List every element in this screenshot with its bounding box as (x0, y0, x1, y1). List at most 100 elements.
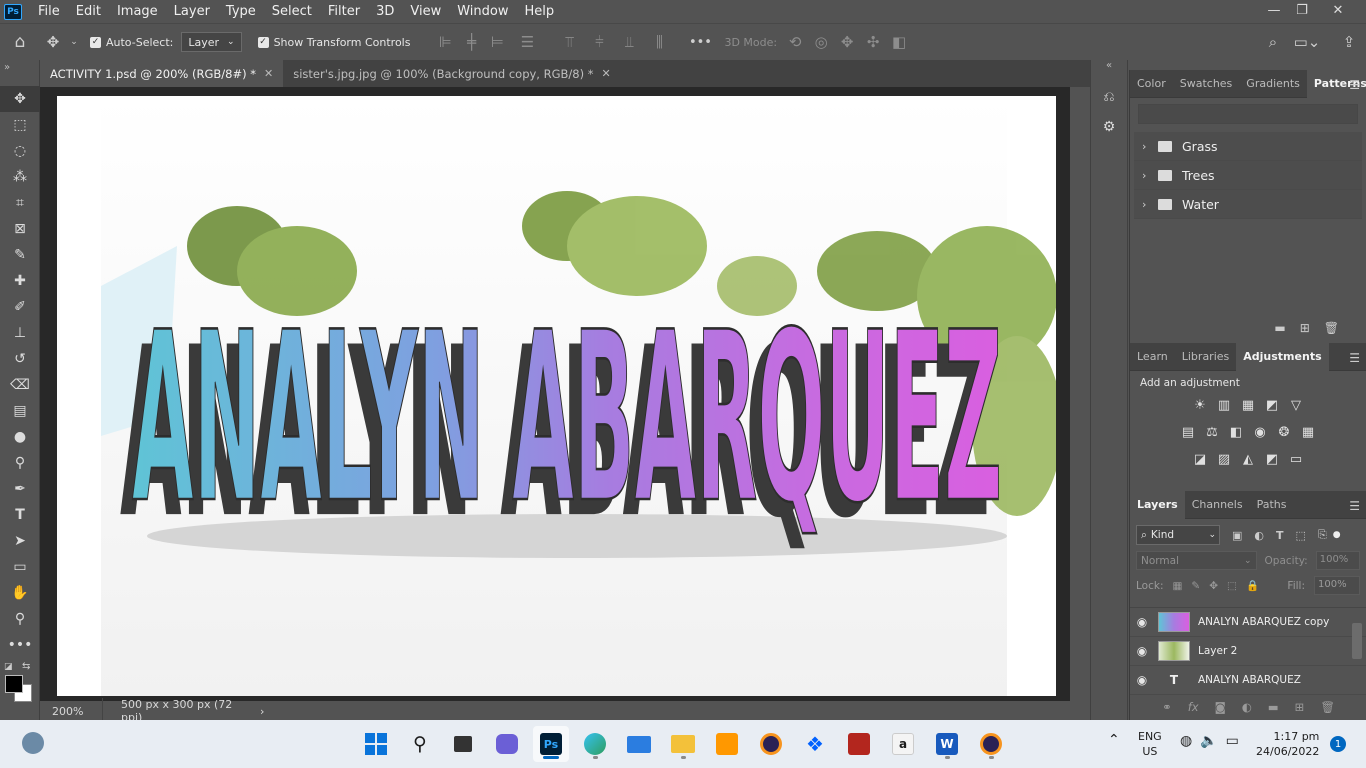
volume-icon[interactable]: 🔈 (1200, 733, 1217, 749)
menu-help[interactable]: Help (517, 0, 563, 23)
menu-edit[interactable]: Edit (68, 0, 109, 23)
pattern-folder-grass[interactable]: › Grass (1134, 132, 1362, 161)
auto-select-target-dropdown[interactable]: Layer ⌄ (181, 32, 242, 52)
menu-filter[interactable]: Filter (320, 0, 368, 23)
align-bottom-icon[interactable]: ⫫ (616, 30, 642, 54)
eyedropper-icon[interactable]: ✎ (0, 242, 40, 268)
filter-shape-icon[interactable]: ⬚ (1296, 529, 1306, 542)
dodge-tool-icon[interactable]: ⚲ (0, 450, 40, 476)
close-icon[interactable]: ✕ (264, 67, 273, 80)
color-lookup-icon[interactable]: ▦ (1296, 420, 1320, 444)
search-icon[interactable]: ⌕ (1262, 30, 1284, 54)
workspace-icon[interactable]: ▭⌄ (1292, 30, 1322, 54)
new-layer-icon[interactable]: ⊞ (1295, 700, 1305, 714)
lock-all-icon[interactable]: 🔒 (1246, 579, 1259, 592)
clock[interactable]: 1:17 pm 24/06/2022 (1256, 729, 1319, 759)
add-mask-icon[interactable]: ◙ (1215, 700, 1226, 714)
close-icon[interactable]: ✕ (602, 67, 611, 80)
menu-3d[interactable]: 3D (368, 0, 402, 23)
levels-icon[interactable]: ▥ (1212, 393, 1236, 417)
exposure-icon[interactable]: ◩ (1260, 393, 1284, 417)
filter-adjustment-icon[interactable]: ◐ (1254, 529, 1264, 542)
chevron-down-icon[interactable]: ⌄ (66, 30, 82, 54)
vibrance-icon[interactable]: ▽ (1284, 393, 1308, 417)
layer-row-layer-2[interactable]: ◉ Layer 2 (1130, 637, 1366, 666)
opacity-field[interactable]: 100% (1315, 551, 1360, 570)
move-tool-icon[interactable]: ✥ (40, 30, 66, 54)
3d-slide-icon[interactable]: ✣ (863, 30, 883, 54)
brightness-icon[interactable]: ☀ (1188, 393, 1212, 417)
eraser-icon[interactable]: ⌫ (0, 372, 40, 398)
threshold-icon[interactable]: ◭ (1236, 447, 1260, 471)
pattern-folder-trees[interactable]: › Trees (1134, 161, 1362, 190)
type-tool-icon[interactable]: T (0, 502, 40, 528)
zoom-level[interactable]: 200% (40, 705, 102, 718)
layers-scrollbar[interactable] (1352, 623, 1362, 659)
align-middle-icon[interactable]: ⫩ (586, 30, 612, 54)
filter-smart-object-icon[interactable]: ⎘ (1318, 528, 1327, 542)
posterize-icon[interactable]: ▨ (1212, 447, 1236, 471)
foreground-color-swatch[interactable] (5, 675, 23, 693)
panel-menu-icon[interactable]: ☰ (1349, 499, 1360, 513)
pattern-folder-water[interactable]: › Water (1134, 190, 1362, 219)
selective-color-icon[interactable]: ▭ (1284, 447, 1308, 471)
hand-tool-icon[interactable]: ✋ (0, 580, 40, 606)
start-button[interactable] (358, 726, 394, 762)
eye-icon[interactable]: ◉ (1130, 673, 1154, 687)
taskbar-sublime[interactable] (709, 726, 745, 762)
align-right-icon[interactable]: ⊨ (486, 30, 508, 54)
tab-libraries[interactable]: Libraries (1175, 343, 1237, 371)
globe-icon[interactable]: ◍ (1180, 733, 1192, 749)
lock-position-icon[interactable]: ✥ (1209, 580, 1218, 592)
edit-toolbar-icon[interactable]: ••• (0, 632, 40, 658)
menu-type[interactable]: Type (218, 0, 264, 23)
taskbar-edge[interactable] (577, 726, 613, 762)
blur-tool-icon[interactable]: ● (0, 424, 40, 450)
menu-file[interactable]: File (30, 0, 68, 23)
taskbar-photoshop[interactable]: Ps (533, 726, 569, 762)
taskbar-amazon[interactable]: a (885, 726, 921, 762)
tab-paths[interactable]: Paths (1250, 491, 1294, 519)
close-button[interactable]: ✕ (1320, 0, 1356, 23)
chevron-right-icon[interactable]: › (1142, 169, 1158, 182)
taskbar-dropbox[interactable]: ❖ (797, 726, 833, 762)
notification-badge[interactable]: 1 (1330, 736, 1346, 752)
crop-tool-icon[interactable]: ⌗ (0, 190, 40, 216)
layer-row-text[interactable]: ◉ T ANALYN ABARQUEZ (1130, 666, 1366, 695)
chevron-right-icon[interactable]: › (1142, 140, 1158, 153)
link-layers-icon[interactable]: ⚭ (1162, 700, 1172, 714)
history-brush-icon[interactable]: ↺ (0, 346, 40, 372)
3d-scale-icon[interactable]: ◧ (889, 30, 909, 54)
trash-icon[interactable]: 🗑 (1324, 321, 1339, 335)
battery-icon[interactable]: ▭ (1226, 733, 1239, 749)
adjustment-layer-icon[interactable]: ◐ (1242, 700, 1252, 714)
filter-toggle-icon[interactable]: ● (1333, 530, 1341, 540)
new-group-icon[interactable]: ▬ (1268, 700, 1279, 714)
new-group-icon[interactable]: ▬ (1274, 321, 1285, 335)
menu-layer[interactable]: Layer (166, 0, 218, 23)
blend-mode-dropdown[interactable]: Normal ⌄ (1136, 551, 1257, 570)
gradient-tool-icon[interactable]: ▤ (0, 398, 40, 424)
channel-mixer-icon[interactable]: ❂ (1272, 420, 1296, 444)
taskbar-file-explorer[interactable] (665, 726, 701, 762)
invert-icon[interactable]: ◪ (1188, 447, 1212, 471)
document-canvas[interactable]: ANALYN ABARQUEZ ANALYN ABARQUEZ (57, 96, 1056, 696)
eye-icon[interactable]: ◉ (1130, 615, 1154, 629)
collapse-icon[interactable]: « (1091, 60, 1127, 82)
collapse-icon[interactable]: » (0, 60, 39, 86)
taskbar-mail[interactable] (621, 726, 657, 762)
align-center-icon[interactable]: ╪ (460, 30, 482, 54)
more-options-icon[interactable]: ••• (680, 30, 720, 54)
language-indicator[interactable]: ENG US (1138, 729, 1162, 759)
menu-select[interactable]: Select (264, 0, 320, 23)
pattern-search-field[interactable] (1138, 104, 1358, 124)
color-balance-icon[interactable]: ⚖ (1200, 420, 1224, 444)
chat-icon[interactable] (489, 726, 525, 762)
3d-orbit-icon[interactable]: ⟲ (785, 30, 805, 54)
pen-tool-icon[interactable]: ✒ (0, 476, 40, 502)
3d-roll-icon[interactable]: ◎ (811, 30, 831, 54)
new-pattern-icon[interactable]: ⊞ (1300, 321, 1310, 335)
tab-color[interactable]: Color (1130, 70, 1173, 98)
menu-image[interactable]: Image (109, 0, 166, 23)
layer-row-text-copy[interactable]: ◉ ANALYN ABARQUEZ copy (1130, 608, 1366, 637)
